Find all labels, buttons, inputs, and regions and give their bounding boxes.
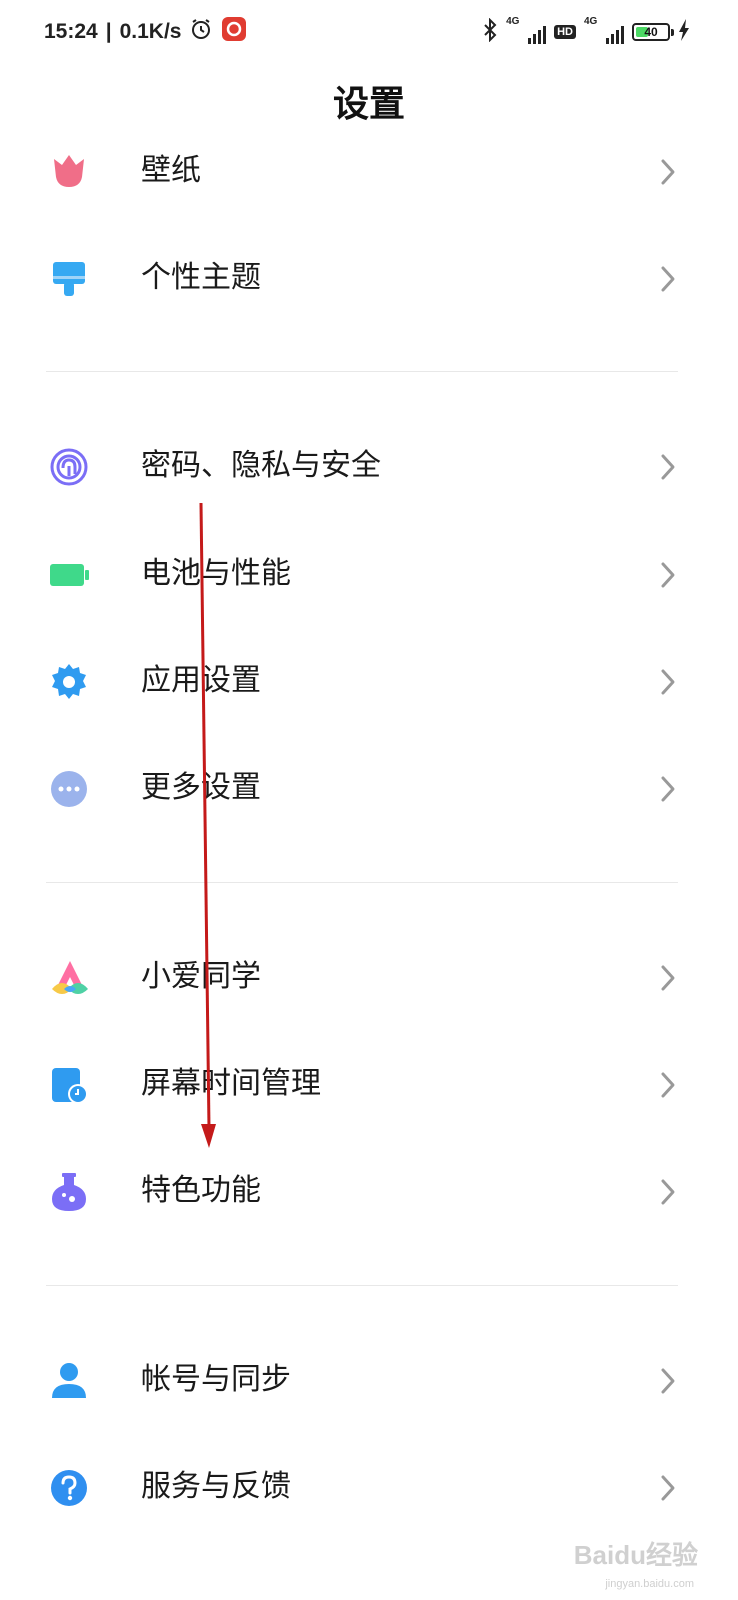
settings-item-label: 特色功能	[141, 1173, 261, 1208]
status-right: 4G HD 4G 40	[482, 16, 690, 48]
settings-item-service-feedback[interactable]: 服务与反馈	[0, 1447, 738, 1527]
chevron-right-icon	[658, 1177, 678, 1207]
chevron-right-icon	[658, 264, 678, 294]
page-title: 设置	[332, 84, 405, 125]
status-time: 15:24	[44, 20, 98, 43]
settings-item-xiaoai[interactable]: 小爱同学	[0, 937, 738, 1017]
settings-item-label: 应用设置	[141, 663, 261, 698]
account-icon	[50, 1362, 88, 1400]
settings-item-special-features[interactable]: 特色功能	[0, 1151, 738, 1231]
settings-item-privacy-security[interactable]: 密码、隐私与安全	[0, 426, 738, 506]
settings-item-screen-time[interactable]: 屏幕时间管理	[0, 1044, 738, 1124]
status-left: 15:24 | 0.1K/s	[44, 14, 247, 50]
settings-item-label: 电池与性能	[141, 556, 291, 591]
fingerprint-icon	[50, 448, 88, 486]
bluetooth-icon	[482, 17, 498, 46]
settings-item-label: 个性主题	[141, 260, 261, 295]
status-network-speed: 0.1K/s	[119, 20, 182, 43]
settings-item-label: 服务与反馈	[141, 1469, 291, 1504]
hd-voice-badge: HD	[554, 25, 576, 39]
settings-item-label: 屏幕时间管理	[141, 1066, 321, 1101]
battery-indicator: 40	[632, 23, 674, 41]
section-divider	[46, 371, 678, 372]
signal-strength-2-icon: 4G	[584, 16, 624, 44]
chevron-right-icon	[658, 452, 678, 482]
status-bar: 15:24 | 0.1K/s 4G HD 4G 40	[0, 0, 738, 64]
chevron-right-icon	[658, 1473, 678, 1503]
baidu-watermark: Baidu经验	[573, 1540, 698, 1570]
theme-brush-icon	[50, 260, 88, 298]
status-separator: |	[105, 20, 112, 43]
settings-item-battery-performance[interactable]: 电池与性能	[0, 534, 738, 614]
settings-item-label: 帐号与同步	[141, 1362, 291, 1397]
baidu-watermark-url: jingyan.baidu.com	[605, 1578, 694, 1590]
wallpaper-tulip-icon	[50, 153, 88, 191]
settings-item-more-settings[interactable]: 更多设置	[0, 748, 738, 828]
more-dots-icon	[50, 770, 88, 808]
chevron-right-icon	[658, 667, 678, 697]
section-divider	[46, 882, 678, 883]
flask-icon	[50, 1173, 88, 1211]
charging-icon	[678, 19, 690, 45]
settings-item-wallpaper[interactable]: 壁纸	[0, 131, 738, 211]
settings-item-account-sync[interactable]: 帐号与同步	[0, 1340, 738, 1420]
settings-item-label: 壁纸	[141, 153, 201, 188]
chevron-right-icon	[658, 560, 678, 590]
netease-music-icon	[221, 16, 247, 48]
gear-icon	[50, 663, 88, 701]
help-icon	[50, 1469, 88, 1507]
signal-1-label: 4G	[506, 16, 520, 27]
battery-level: 40	[644, 25, 658, 39]
screen-time-icon	[50, 1066, 88, 1104]
signal-2-label: 4G	[584, 16, 598, 27]
settings-item-themes[interactable]: 个性主题	[0, 238, 738, 318]
chevron-right-icon	[658, 963, 678, 993]
settings-item-label: 更多设置	[141, 770, 261, 805]
settings-item-label: 密码、隐私与安全	[141, 448, 381, 483]
alarm-icon	[189, 17, 213, 47]
settings-item-label: 小爱同学	[141, 959, 261, 994]
battery-icon	[50, 556, 89, 594]
chevron-right-icon	[658, 774, 678, 804]
chevron-right-icon	[658, 157, 678, 187]
chevron-right-icon	[658, 1070, 678, 1100]
chevron-right-icon	[658, 1366, 678, 1396]
signal-strength-1-icon: 4G	[506, 16, 547, 44]
section-divider	[46, 1285, 678, 1286]
xiaoai-icon	[50, 959, 88, 997]
settings-item-app-settings[interactable]: 应用设置	[0, 641, 738, 721]
